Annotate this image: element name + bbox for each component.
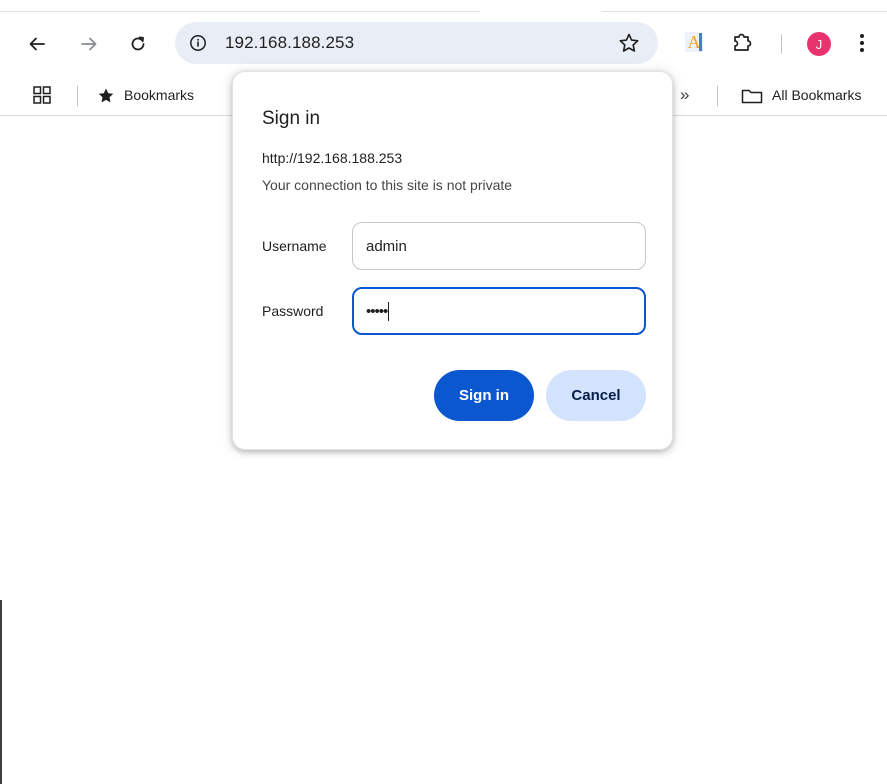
bookmarks-folder-label[interactable]: Bookmarks: [124, 87, 194, 103]
window-left-edge: [0, 600, 2, 784]
reload-icon: [131, 36, 145, 51]
all-bookmarks-button[interactable]: All Bookmarks: [772, 87, 861, 103]
back-arrow-icon: [29, 37, 45, 51]
sign-in-button[interactable]: Sign in: [434, 370, 534, 421]
password-input[interactable]: •••••: [352, 287, 646, 335]
bookmarks-overflow-button[interactable]: »: [680, 85, 689, 105]
text-caret: [388, 301, 390, 321]
forward-button[interactable]: [71, 26, 107, 62]
puzzle-icon[interactable]: [732, 30, 754, 54]
folder-icon: [741, 89, 763, 104]
reload-button[interactable]: [120, 26, 156, 62]
window-top-strip: [0, 0, 887, 12]
http-auth-dialog: Sign in http://192.168.188.253 Your conn…: [232, 71, 673, 450]
apps-grid-icon[interactable]: [33, 86, 51, 104]
font-extension-icon[interactable]: A: [682, 30, 706, 56]
star-outline-icon[interactable]: [618, 32, 640, 54]
info-icon[interactable]: [189, 34, 207, 52]
svg-text:A: A: [688, 32, 701, 52]
profile-avatar[interactable]: J: [807, 32, 831, 56]
bookmarks-separator: [77, 86, 78, 106]
address-bar[interactable]: 192.168.188.253: [175, 22, 658, 64]
cancel-button[interactable]: Cancel: [546, 370, 646, 421]
bookmarks-separator-2: [717, 86, 718, 106]
address-url[interactable]: 192.168.188.253: [225, 33, 354, 53]
password-masked-value: •••••: [366, 302, 388, 320]
dialog-origin: http://192.168.188.253: [262, 150, 403, 166]
browser-toolbar: 192.168.188.253 A J: [0, 12, 887, 76]
connection-warning: Your connection to this site is not priv…: [262, 177, 513, 193]
more-vertical-icon[interactable]: [858, 32, 866, 54]
username-value: admin: [366, 237, 407, 255]
password-label: Password: [262, 303, 324, 319]
dialog-title: Sign in: [262, 108, 321, 129]
back-button[interactable]: [19, 26, 55, 62]
username-label: Username: [262, 238, 327, 254]
star-filled-icon: [98, 88, 114, 103]
username-input[interactable]: admin: [352, 222, 646, 270]
tab-notch: [480, 0, 602, 12]
toolbar-separator: [781, 34, 782, 54]
forward-arrow-icon: [81, 37, 97, 51]
